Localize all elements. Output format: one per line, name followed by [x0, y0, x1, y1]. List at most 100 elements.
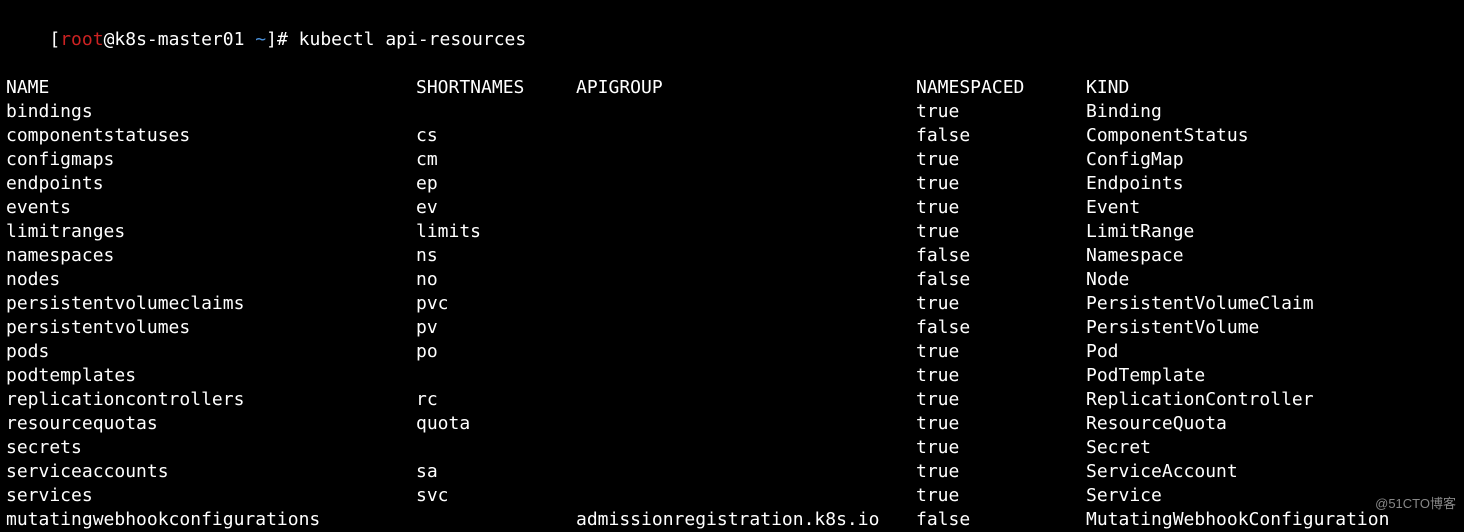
cell-kind: ServiceAccount: [1086, 460, 1458, 484]
table-row: replicationcontrollersrctrueReplicationC…: [6, 388, 1458, 412]
table-row: namespacesns falseNamespace: [6, 244, 1458, 268]
cell-shortnames: [416, 508, 576, 532]
watermark: @51CTO博客: [1375, 492, 1456, 516]
cell-kind: Binding: [1086, 100, 1458, 124]
table-row: endpointsep trueEndpoints: [6, 172, 1458, 196]
cell-namespaced: false: [916, 508, 1086, 532]
table-row: eventsevtrueEvent: [6, 196, 1458, 220]
cell-kind: Namespace: [1086, 244, 1458, 268]
table-row: bindings trueBinding: [6, 100, 1458, 124]
cell-namespaced: true: [916, 196, 1086, 220]
cell-apigroup: [576, 340, 916, 364]
cell-name: podtemplates: [6, 364, 416, 388]
cell-shortnames: pv: [416, 316, 576, 340]
cell-kind: ComponentStatus: [1086, 124, 1458, 148]
cell-shortnames: no: [416, 268, 576, 292]
cell-name: services: [6, 484, 416, 508]
cell-kind: PersistentVolume: [1086, 316, 1458, 340]
cell-apigroup: [576, 388, 916, 412]
cell-namespaced: false: [916, 244, 1086, 268]
cell-kind: Node: [1086, 268, 1458, 292]
cell-namespaced: true: [916, 172, 1086, 196]
cell-apigroup: [576, 364, 916, 388]
cell-apigroup: [576, 316, 916, 340]
prompt-open-bracket: [: [49, 29, 60, 50]
cell-namespaced: false: [916, 124, 1086, 148]
table-row: nodesno falseNode: [6, 268, 1458, 292]
table-row: configmapscmtrueConfigMap: [6, 148, 1458, 172]
header-name: NAME: [6, 76, 416, 100]
cell-namespaced: true: [916, 484, 1086, 508]
cell-namespaced: true: [916, 364, 1086, 388]
cell-shortnames: ns: [416, 244, 576, 268]
cell-name: nodes: [6, 268, 416, 292]
cell-apigroup: [576, 148, 916, 172]
cell-name: serviceaccounts: [6, 460, 416, 484]
cell-namespaced: true: [916, 412, 1086, 436]
cell-namespaced: true: [916, 292, 1086, 316]
cell-kind: Endpoints: [1086, 172, 1458, 196]
cell-shortnames: ep: [416, 172, 576, 196]
cell-apigroup: [576, 244, 916, 268]
cell-shortnames: quota: [416, 412, 576, 436]
cell-kind: PodTemplate: [1086, 364, 1458, 388]
table-row: servicessvctrueService: [6, 484, 1458, 508]
cell-name: replicationcontrollers: [6, 388, 416, 412]
terminal-output[interactable]: [root@k8s-master01 ~]# kubectl api-resou…: [6, 4, 1458, 532]
table-row: mutatingwebhookconfigurationsadmissionre…: [6, 508, 1458, 532]
cell-name: secrets: [6, 436, 416, 460]
cell-name: endpoints: [6, 172, 416, 196]
cell-apigroup: [576, 460, 916, 484]
cell-apigroup: [576, 484, 916, 508]
header-shortnames: SHORTNAMES: [416, 76, 576, 100]
table-row: podspotruePod: [6, 340, 1458, 364]
header-namespaced: NAMESPACED: [916, 76, 1086, 100]
cell-apigroup: [576, 172, 916, 196]
cell-name: configmaps: [6, 148, 416, 172]
cell-apigroup: [576, 124, 916, 148]
table-row: persistentvolumeclaimspvc truePersistentV…: [6, 292, 1458, 316]
cell-kind: ResourceQuota: [1086, 412, 1458, 436]
table-row: limitrangeslimitstrueLimitRange: [6, 220, 1458, 244]
cell-shortnames: ev: [416, 196, 576, 220]
cell-apigroup: [576, 292, 916, 316]
cell-name: resourcequotas: [6, 412, 416, 436]
prompt-close-bracket: ]#: [266, 29, 299, 50]
cell-namespaced: true: [916, 340, 1086, 364]
cell-shortnames: [416, 100, 576, 124]
table-row: resourcequotasquota trueResourceQuota: [6, 412, 1458, 436]
cell-namespaced: false: [916, 316, 1086, 340]
cell-shortnames: rc: [416, 388, 576, 412]
cell-kind: ConfigMap: [1086, 148, 1458, 172]
cell-namespaced: true: [916, 148, 1086, 172]
cell-apigroup: [576, 412, 916, 436]
cell-name: namespaces: [6, 244, 416, 268]
cell-namespaced: true: [916, 100, 1086, 124]
cell-kind: PersistentVolumeClaim: [1086, 292, 1458, 316]
table-row: componentstatusescsfalseComponentStatus: [6, 124, 1458, 148]
cell-apigroup: [576, 268, 916, 292]
table-row: serviceaccountssatrueServiceAccount: [6, 460, 1458, 484]
cell-apigroup: [576, 196, 916, 220]
cell-name: bindings: [6, 100, 416, 124]
cell-namespaced: true: [916, 460, 1086, 484]
cell-apigroup: [576, 100, 916, 124]
cell-name: persistentvolumeclaims: [6, 292, 416, 316]
cell-apigroup: admissionregistration.k8s.io: [576, 508, 916, 532]
cell-shortnames: [416, 364, 576, 388]
cell-kind: ReplicationController: [1086, 388, 1458, 412]
cell-kind: Event: [1086, 196, 1458, 220]
cell-shortnames: cs: [416, 124, 576, 148]
prompt-user: root: [60, 29, 103, 50]
table-header-row: NAME SHORTNAMES APIGROUP NAMESPACED KIND: [6, 76, 1458, 100]
table-row: secretstrueSecret: [6, 436, 1458, 460]
cell-shortnames: pvc: [416, 292, 576, 316]
cell-namespaced: false: [916, 268, 1086, 292]
cell-shortnames: [416, 436, 576, 460]
cell-kind: Pod: [1086, 340, 1458, 364]
table-row: podtemplates truePodTemplate: [6, 364, 1458, 388]
cell-shortnames: svc: [416, 484, 576, 508]
cell-kind: Secret: [1086, 436, 1458, 460]
prompt-host: @k8s-master01: [104, 29, 256, 50]
cell-kind: LimitRange: [1086, 220, 1458, 244]
